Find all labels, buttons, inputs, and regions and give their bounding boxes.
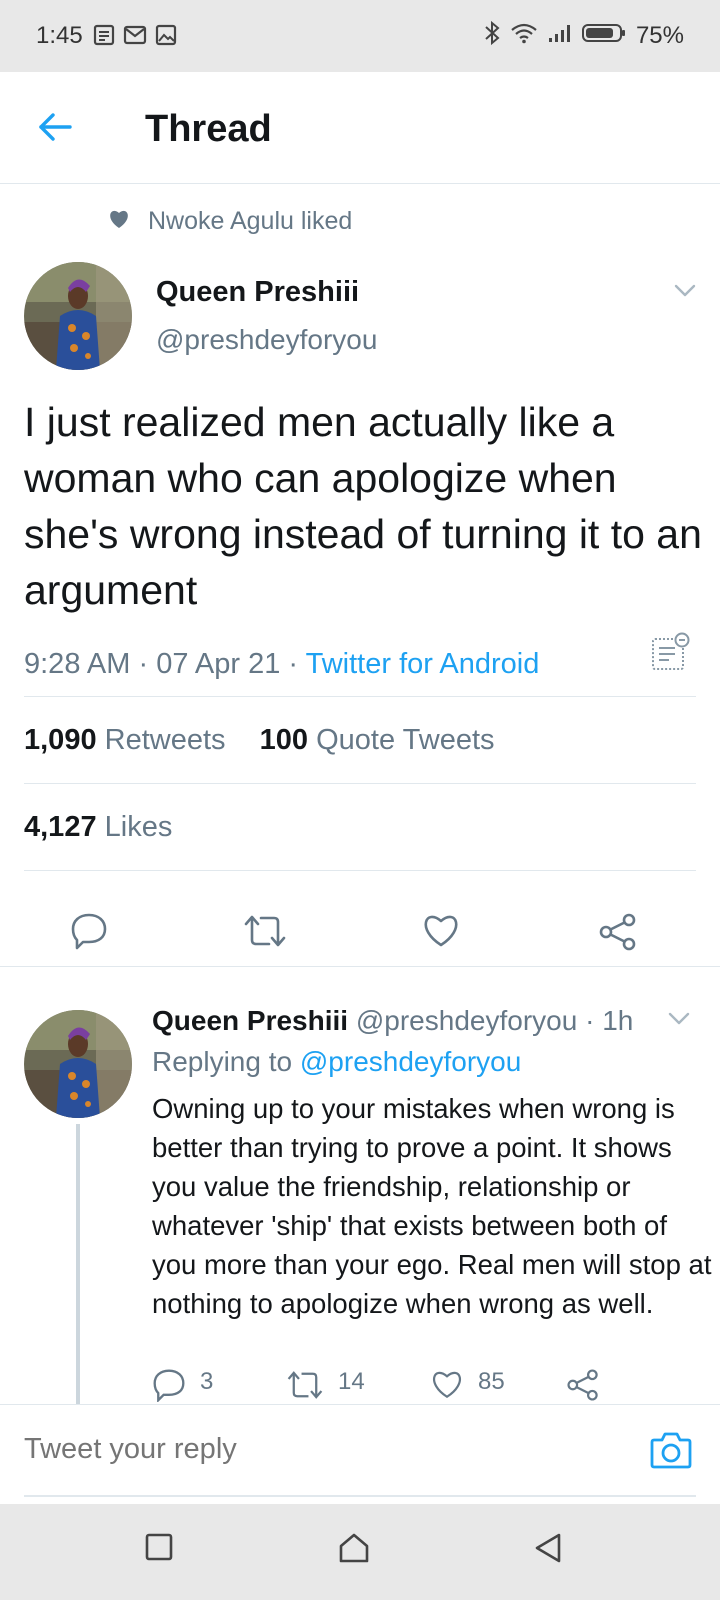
notification-icons — [93, 24, 177, 51]
chevron-down-icon[interactable] — [674, 284, 696, 303]
retweet-icon[interactable] — [243, 912, 287, 955]
home-icon[interactable] — [338, 1532, 370, 1569]
reply-composer — [0, 1404, 720, 1500]
share-icon[interactable] — [598, 912, 638, 957]
reply-avatar[interactable] — [24, 1010, 132, 1118]
social-context-text: Nwoke Agulu liked — [148, 207, 353, 235]
reply-icon[interactable] — [70, 912, 108, 955]
tweet-text: I just realized men actually like a woma… — [24, 399, 702, 613]
system-nav-bar — [0, 1504, 720, 1600]
battery-percent: 75% — [635, 21, 684, 49]
like-icon[interactable] — [421, 912, 461, 953]
divider — [24, 783, 696, 784]
replying-to: Replying to @preshdeyforyou — [152, 1046, 521, 1078]
analytics-icon[interactable] — [650, 632, 690, 677]
tweet-date: 07 Apr 21 — [156, 648, 281, 680]
avatar[interactable] — [24, 262, 132, 370]
gmail-icon — [123, 24, 147, 51]
wifi-icon — [510, 22, 538, 49]
reply-age: 1h — [602, 1005, 634, 1036]
quote-tweets-stat[interactable]: 100 Quote Tweets — [260, 724, 495, 756]
reply-author-name[interactable]: Queen Preshiii — [152, 1005, 348, 1036]
reply-reply-count: 3 — [200, 1368, 214, 1395]
share-icon — [566, 1368, 600, 1404]
divider — [24, 696, 696, 697]
status-bar: 1:45 75% — [0, 0, 720, 72]
reply-icon — [152, 1368, 186, 1404]
tweet-meta: 9:28 AM · 07 Apr 21 · Twitter for Androi… — [24, 648, 539, 681]
thread-line — [76, 1124, 80, 1406]
reply-like-count: 85 — [478, 1368, 505, 1395]
status-time: 1:45 — [36, 22, 83, 49]
meta-separator: · — [288, 648, 306, 680]
heart-filled-icon — [108, 209, 130, 234]
reply-share-button[interactable] — [566, 1368, 600, 1404]
social-context[interactable]: Nwoke Agulu liked — [108, 207, 352, 236]
back-triangle-icon[interactable] — [533, 1532, 563, 1569]
bluetooth-icon — [484, 20, 500, 51]
recents-square-icon[interactable] — [144, 1532, 174, 1567]
news-icon — [93, 24, 115, 51]
page-title: Thread — [145, 108, 272, 150]
meta-separator: · — [138, 648, 157, 680]
author-name[interactable]: Queen Preshiii — [156, 276, 359, 309]
input-underline — [24, 1495, 696, 1497]
replying-to-handle[interactable]: @preshdeyforyou — [300, 1046, 521, 1077]
retweets-stat[interactable]: 1,090 Retweets — [24, 724, 226, 756]
like-icon — [430, 1368, 464, 1404]
tweet-actions — [0, 912, 720, 972]
system-status: 75% — [484, 20, 684, 51]
reply-input[interactable] — [24, 1433, 584, 1466]
reply-actions: 3 14 85 — [0, 1368, 720, 1404]
meta-separator: · — [585, 1005, 595, 1036]
replying-label: Replying to — [152, 1046, 293, 1077]
divider — [0, 966, 720, 967]
back-arrow-icon[interactable] — [36, 108, 74, 151]
reply-text: Owning up to your mistakes when wrong is… — [152, 1093, 712, 1319]
camera-icon[interactable] — [650, 1431, 692, 1474]
reply-retweet-button[interactable]: 14 — [286, 1368, 365, 1404]
reply-reply-button[interactable]: 3 — [152, 1368, 213, 1404]
top-app-bar: Thread — [0, 72, 720, 184]
tweet-source[interactable]: Twitter for Android — [306, 648, 540, 680]
reply-author-handle[interactable]: @preshdeyforyou — [356, 1005, 577, 1036]
reply-header: Queen Preshiii @preshdeyforyou · 1h — [152, 1005, 633, 1037]
engagement-counts: 1,090 Retweets 100 Quote Tweets — [24, 724, 495, 757]
gallery-icon — [155, 24, 177, 51]
reply-retweet-count: 14 — [338, 1368, 365, 1395]
divider — [24, 870, 696, 871]
battery-icon — [581, 22, 626, 49]
likes-stat[interactable]: 4,127 Likes — [24, 811, 172, 844]
signal-icon — [548, 22, 572, 49]
author-handle[interactable]: @preshdeyforyou — [156, 324, 377, 356]
chevron-down-icon[interactable] — [668, 1012, 690, 1031]
retweet-icon — [286, 1368, 324, 1404]
tweet-time: 9:28 AM — [24, 648, 131, 680]
reply-like-button[interactable]: 85 — [430, 1368, 505, 1404]
